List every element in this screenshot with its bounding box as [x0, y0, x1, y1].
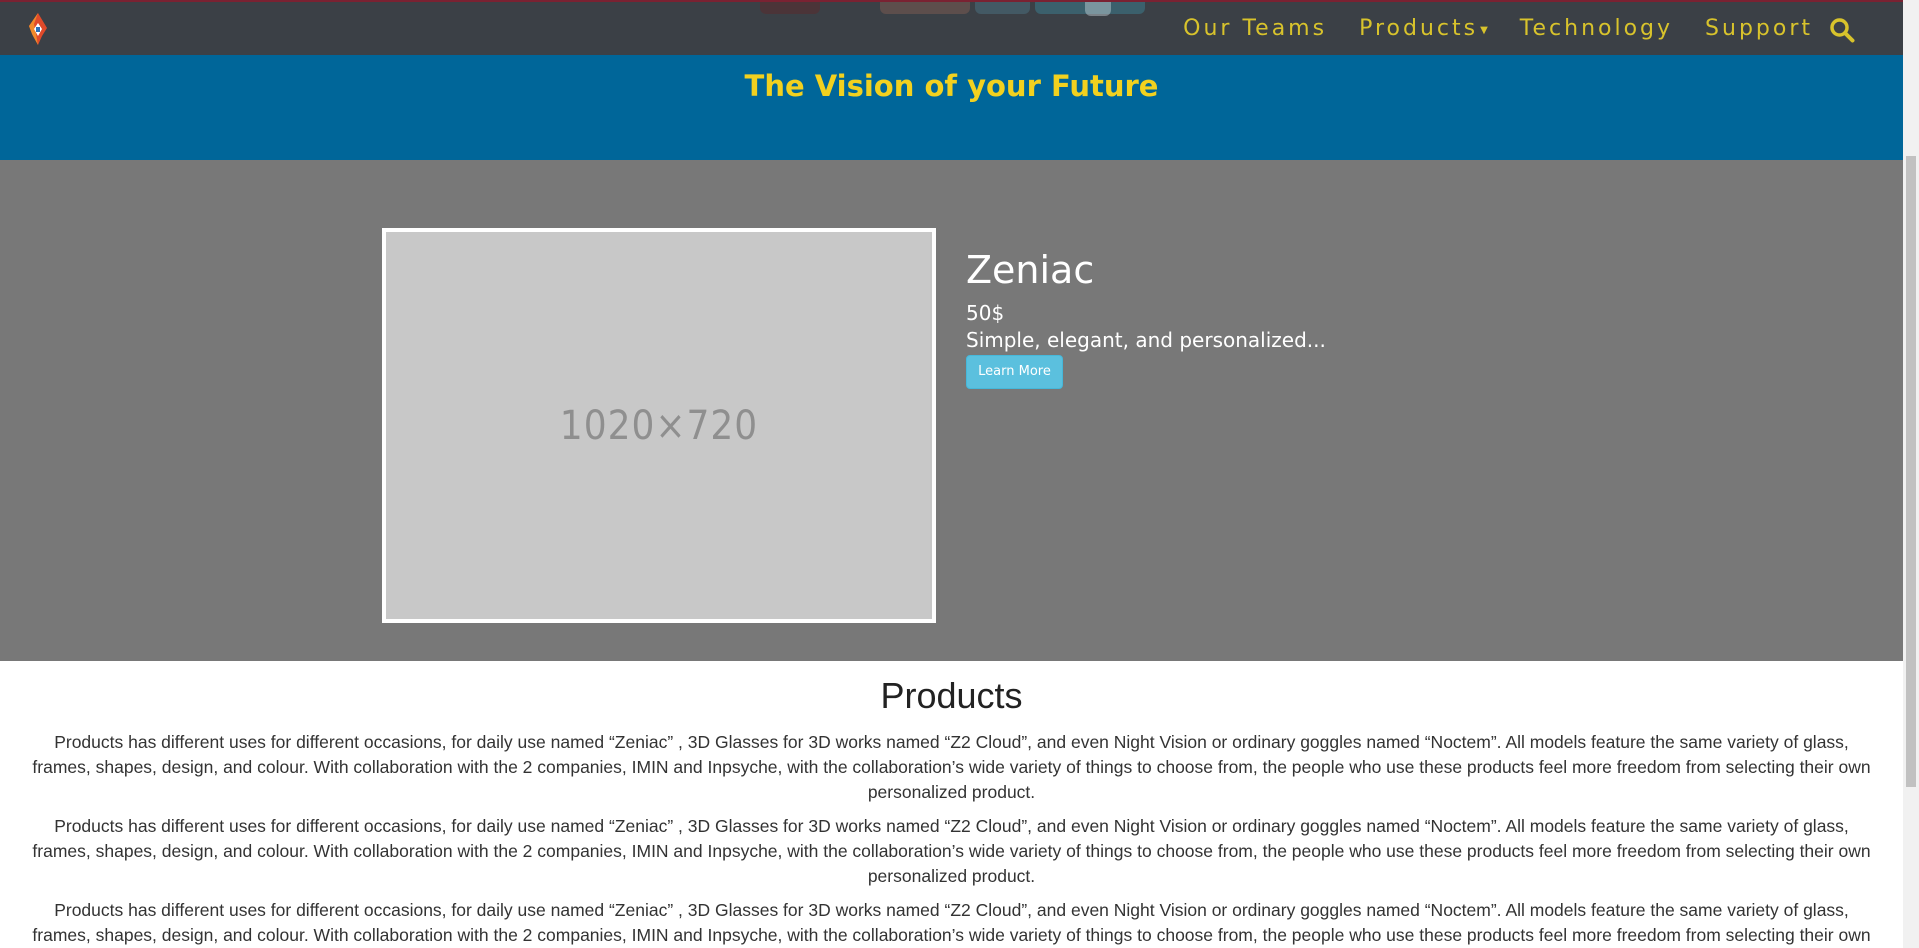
products-paragraph: Products has different uses for differen…	[32, 816, 1871, 886]
vertical-scrollbar[interactable]	[1903, 0, 1919, 948]
product-name: Zeniac	[966, 248, 1095, 292]
product-price: 50$	[966, 301, 1005, 325]
nav-item-technology[interactable]: Technology	[1520, 16, 1673, 41]
products-description: Products has different uses for differen…	[24, 730, 1879, 948]
header-background-image	[975, 2, 1030, 14]
nav-item-products-dropdown[interactable]: Products ▼	[1359, 16, 1488, 41]
search-icon[interactable]	[1829, 17, 1855, 43]
page: Our Teams Products ▼ Technology Support T…	[0, 0, 1903, 948]
header-background-image	[760, 2, 820, 14]
products-paragraph: Products has different uses for differen…	[32, 900, 1871, 945]
navbar: Our Teams Products ▼ Technology Support	[0, 0, 1903, 55]
caret-down-icon: ▼	[1480, 25, 1488, 36]
product-tagline: Simple, elegant, and personalized...	[966, 328, 1326, 352]
nav-item-support[interactable]: Support	[1705, 16, 1813, 41]
header-background-image	[1085, 2, 1111, 16]
hero-band: The Vision of your Future	[0, 55, 1903, 160]
products-heading: Products	[880, 675, 1023, 716]
hero-title: The Vision of your Future	[744, 69, 1159, 103]
products-paragraph: Products has different uses for differen…	[32, 732, 1871, 802]
product-image-placeholder: 1020×720	[382, 228, 936, 623]
featured-product: 1020×720 Zeniac 50$ Simple, elegant, and…	[0, 160, 1903, 661]
image-size-label: 1020×720	[559, 402, 759, 449]
learn-more-button[interactable]: Learn More	[966, 355, 1063, 389]
brand-logo-icon[interactable]	[24, 12, 52, 46]
scrollbar-thumb[interactable]	[1906, 156, 1916, 787]
nav-item-products-label: Products	[1359, 16, 1479, 41]
nav-menu: Our Teams Products ▼ Technology Support	[1151, 2, 1813, 55]
nav-item-our-teams[interactable]: Our Teams	[1183, 16, 1327, 41]
header-background-image	[880, 2, 970, 14]
